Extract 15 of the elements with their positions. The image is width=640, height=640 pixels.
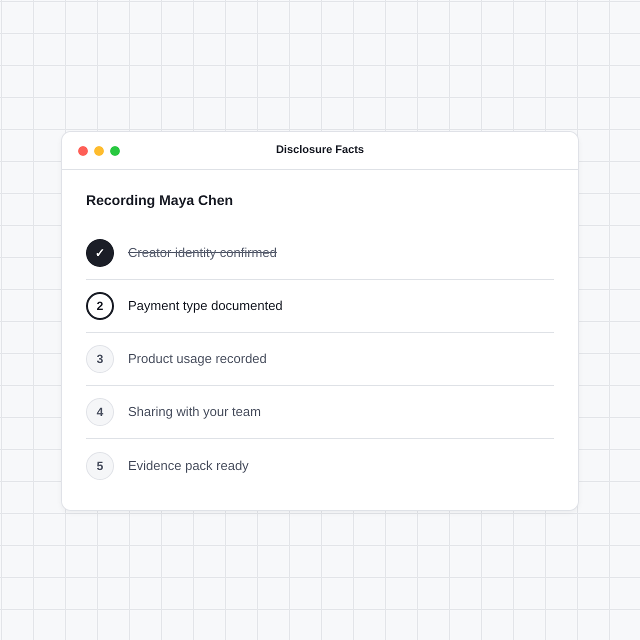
step-number: 4 bbox=[86, 398, 114, 426]
step-label: Evidence pack ready bbox=[128, 456, 249, 475]
maximize-icon[interactable] bbox=[110, 146, 120, 156]
step-label: Sharing with your team bbox=[128, 403, 261, 422]
step-number: 3 bbox=[86, 345, 114, 373]
step-label: Payment type documented bbox=[128, 297, 283, 316]
heading: Recording Maya Chen bbox=[86, 191, 234, 210]
step-label: Product usage recorded bbox=[128, 350, 267, 368]
window-title: Disclosure Facts bbox=[276, 143, 364, 158]
step-number: 5 bbox=[86, 452, 114, 480]
close-icon[interactable] bbox=[78, 146, 88, 156]
minimize-icon[interactable] bbox=[94, 146, 104, 156]
check-badge: ✓ bbox=[86, 239, 114, 267]
step-label: Creator identity confirmed bbox=[128, 244, 277, 262]
step-number: 2 bbox=[86, 292, 114, 320]
